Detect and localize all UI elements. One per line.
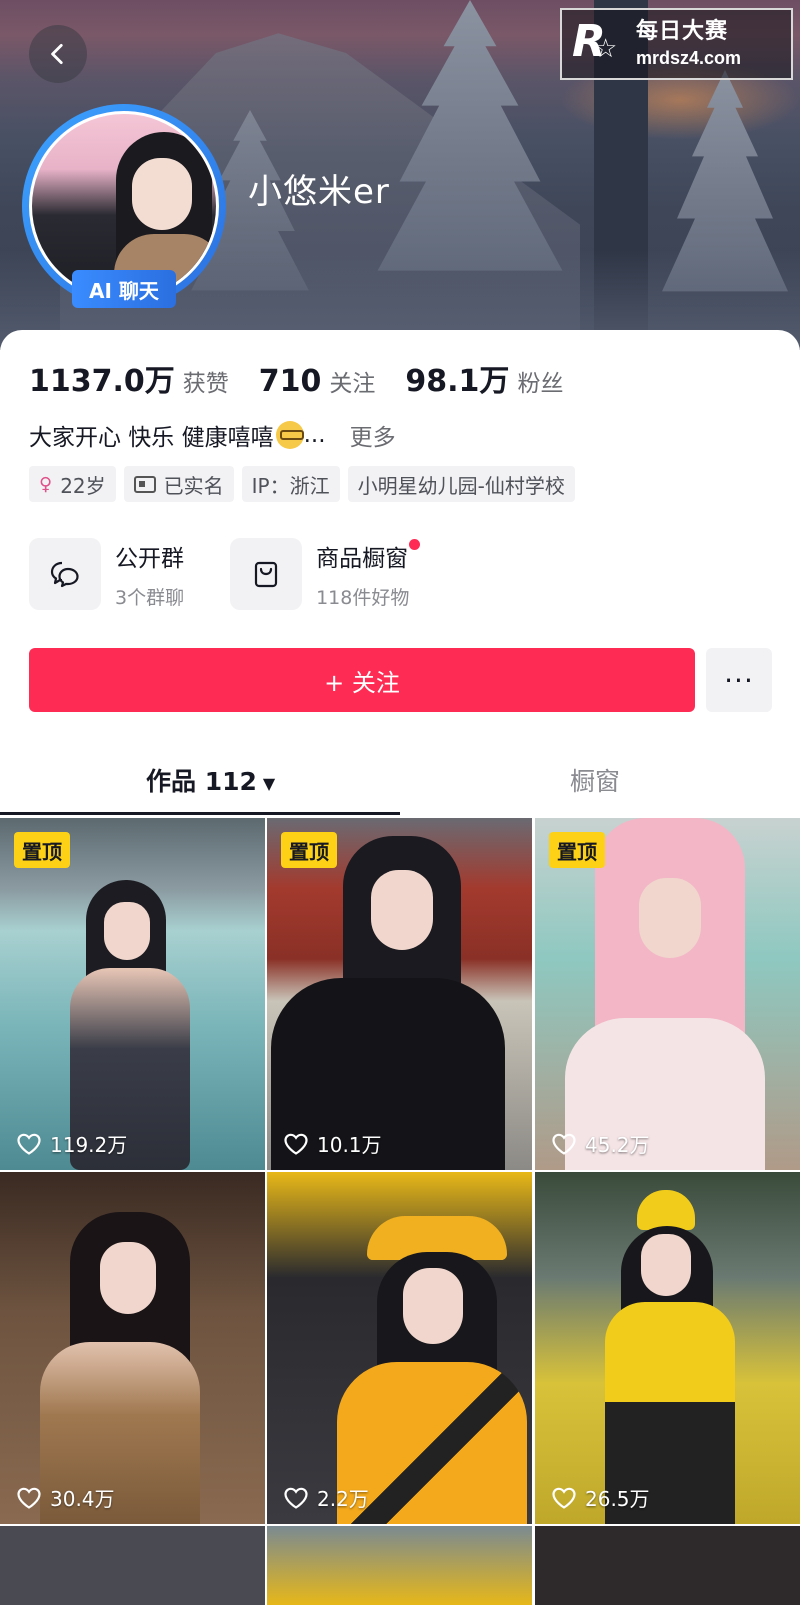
tag-verified: 已实名 bbox=[123, 466, 234, 502]
active-tab-indicator bbox=[0, 812, 400, 815]
tag-text: IP：浙江 bbox=[251, 473, 330, 498]
more-options-button[interactable]: ··· bbox=[706, 648, 772, 712]
service-title: 公开群 bbox=[115, 545, 184, 572]
video-thumbnail[interactable]: 30.4万 bbox=[0, 1172, 265, 1524]
likes-count: 2.2万 bbox=[317, 1487, 369, 1511]
service-subtitle: 118件好物 bbox=[316, 586, 410, 609]
stat-followers[interactable]: 98.1万 粉丝 bbox=[405, 356, 563, 400]
video-thumbnail[interactable]: 26.5万 bbox=[535, 1172, 800, 1524]
likes-count: 45.2万 bbox=[585, 1133, 650, 1157]
stat-label: 获赞 bbox=[182, 371, 229, 397]
content-tabs: 作品 112 ▼ 橱窗 bbox=[0, 750, 800, 816]
likes-count: 119.2万 bbox=[50, 1133, 128, 1157]
tag-text: 小明星幼儿园-仙村学校 bbox=[357, 473, 565, 498]
person-face bbox=[641, 1234, 691, 1296]
bio-text: 大家开心 快乐 健康嘻嘻 bbox=[29, 425, 274, 451]
tag-text: 22岁 bbox=[60, 473, 106, 498]
tag-age: ♀ 22岁 bbox=[29, 466, 116, 502]
services-row: 公开群 3个群聊 商品橱窗 118件好物 bbox=[29, 538, 455, 610]
tab-shop[interactable]: 橱窗 bbox=[570, 762, 620, 798]
watermark-title: 每日大赛 bbox=[636, 19, 729, 44]
person-face bbox=[100, 1242, 156, 1314]
likes-count: 10.1万 bbox=[317, 1133, 382, 1157]
stat-value: 1137.0万 bbox=[29, 364, 175, 399]
heart-icon bbox=[284, 1487, 308, 1509]
video-likes: 119.2万 bbox=[16, 1129, 127, 1158]
video-likes: 45.2万 bbox=[551, 1129, 650, 1158]
bio[interactable]: 大家开心 快乐 健康嘻嘻 ... 更多 bbox=[29, 418, 396, 452]
video-thumbnail[interactable] bbox=[0, 1526, 265, 1605]
person-face bbox=[104, 902, 150, 960]
stat-value: 98.1万 bbox=[405, 364, 510, 399]
bio-more-link[interactable]: 更多 bbox=[350, 418, 396, 452]
stats-row: 1137.0万 获赞 710 关注 98.1万 粉丝 bbox=[29, 356, 593, 400]
heart-icon bbox=[552, 1133, 576, 1155]
back-button[interactable] bbox=[29, 25, 87, 83]
video-thumbnail[interactable]: 2.2万 bbox=[267, 1172, 532, 1524]
video-thumbnail[interactable]: 置顶 10.1万 bbox=[267, 818, 532, 1170]
stat-label: 关注 bbox=[329, 371, 376, 397]
profile-page: R ☆ 每日大赛 mrdsz4.com AI 聊天 小悠米er 1137.0万 … bbox=[0, 0, 800, 1605]
tag-school[interactable]: 小明星幼儿园-仙村学校 bbox=[347, 466, 575, 502]
video-thumbnail[interactable] bbox=[535, 1526, 800, 1605]
person-cap bbox=[637, 1190, 695, 1230]
tag-ip: IP：浙江 bbox=[241, 466, 340, 502]
bio-ellipsis: ... bbox=[303, 422, 326, 448]
pinned-badge: 置顶 bbox=[549, 832, 605, 868]
video-likes: 2.2万 bbox=[283, 1483, 369, 1512]
pinned-badge: 置顶 bbox=[281, 832, 337, 868]
ai-chat-badge[interactable]: AI 聊天 bbox=[72, 270, 176, 308]
watermark-url: mrdsz4.com bbox=[636, 48, 742, 68]
video-thumbnail[interactable]: 置顶 45.2万 bbox=[535, 818, 800, 1170]
shopping-bag-icon bbox=[230, 538, 303, 610]
heart-icon bbox=[17, 1133, 41, 1155]
stat-value: 710 bbox=[258, 364, 322, 399]
heart-icon bbox=[284, 1133, 308, 1155]
video-likes: 10.1万 bbox=[283, 1129, 382, 1158]
notification-dot bbox=[409, 538, 421, 550]
stat-likes[interactable]: 1137.0万 获赞 bbox=[29, 356, 229, 400]
avatar-face bbox=[132, 158, 192, 230]
video-thumbnail[interactable] bbox=[267, 1526, 532, 1605]
stat-following[interactable]: 710 关注 bbox=[259, 364, 376, 399]
video-likes: 26.5万 bbox=[551, 1483, 650, 1512]
public-group-entry[interactable]: 公开群 3个群聊 bbox=[29, 538, 184, 610]
pinned-badge: 置顶 bbox=[14, 832, 70, 868]
watermark-logo: R ☆ bbox=[572, 16, 628, 72]
chevron-left-icon bbox=[51, 43, 63, 65]
chat-bubbles-icon bbox=[29, 538, 101, 610]
profile-tags: ♀ 22岁 已实名 IP：浙江 小明星幼儿园-仙村学校 bbox=[29, 466, 583, 502]
service-text: 商品橱窗 118件好物 bbox=[316, 538, 421, 610]
tab-works[interactable]: 作品 112 ▼ bbox=[146, 762, 275, 798]
video-likes: 30.4万 bbox=[16, 1483, 115, 1512]
service-subtitle: 3个群聊 bbox=[115, 586, 185, 609]
caret-down-icon: ▼ bbox=[262, 773, 276, 793]
shop-window-entry[interactable]: 商品橱窗 118件好物 bbox=[230, 538, 421, 610]
likes-count: 26.5万 bbox=[585, 1487, 650, 1511]
service-text: 公开群 3个群聊 bbox=[115, 539, 184, 610]
service-title-text: 商品橱窗 bbox=[316, 545, 409, 572]
tab-works-label: 作品 112 bbox=[146, 767, 257, 796]
heart-icon bbox=[17, 1487, 41, 1509]
video-thumbnail[interactable]: 置顶 119.2万 bbox=[0, 818, 265, 1170]
follow-button[interactable]: + 关注 bbox=[29, 648, 695, 712]
id-card-icon bbox=[133, 475, 156, 493]
person-face bbox=[639, 878, 701, 958]
heart-icon bbox=[552, 1487, 576, 1509]
person-face bbox=[403, 1268, 463, 1344]
stat-label: 粉丝 bbox=[517, 371, 564, 397]
person-face bbox=[371, 870, 433, 950]
service-title: 商品橱窗 bbox=[316, 538, 421, 573]
likes-count: 30.4万 bbox=[50, 1487, 115, 1511]
nickname: 小悠米er bbox=[248, 172, 390, 212]
tag-text: 已实名 bbox=[163, 473, 224, 498]
female-icon: ♀ bbox=[39, 473, 53, 495]
nerd-face-emoji-icon bbox=[275, 421, 304, 449]
watermark: R ☆ 每日大赛 mrdsz4.com bbox=[560, 8, 793, 80]
star-icon: ☆ bbox=[594, 34, 618, 64]
watermark-text: 每日大赛 mrdsz4.com bbox=[636, 18, 741, 70]
